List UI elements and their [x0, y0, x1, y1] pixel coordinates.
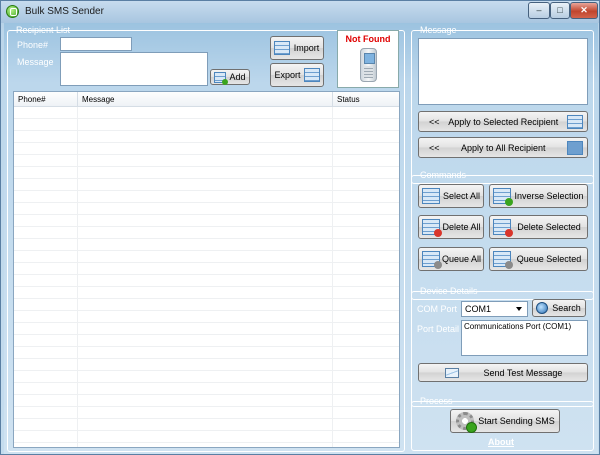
queue-all-icon: [422, 251, 442, 269]
column-header-phone[interactable]: Phone#: [14, 92, 78, 107]
select-all-button[interactable]: Select All: [418, 184, 484, 208]
port-detail-label: Port Detail: [417, 324, 460, 334]
search-icon: [536, 302, 548, 314]
import-table-icon: [274, 41, 290, 55]
close-button[interactable]: ✕: [570, 2, 598, 19]
grid-header: Phone# Message Status: [14, 92, 399, 107]
column-header-status[interactable]: Status: [333, 92, 399, 107]
recipient-grid[interactable]: Phone# Message Status: [13, 91, 400, 448]
add-badge-icon: [222, 78, 228, 85]
queue-all-badge-icon: [434, 261, 442, 269]
gear-icon: [456, 412, 477, 433]
inverse-badge-icon: [505, 198, 513, 206]
send-test-message-label: Send Test Message: [483, 367, 563, 378]
start-sending-button[interactable]: Start Sending SMS: [450, 409, 560, 433]
queue-selected-button[interactable]: Queue Selected: [489, 247, 588, 271]
device-status-panel: Not Found: [337, 30, 399, 88]
message-label: Message: [17, 57, 54, 67]
queue-all-button[interactable]: Queue All: [418, 247, 484, 271]
maximize-button[interactable]: □: [550, 2, 570, 19]
inverse-selection-button[interactable]: Inverse Selection: [489, 184, 588, 208]
apply-selected-button[interactable]: << Apply to Selected Recipient: [418, 111, 588, 132]
add-button[interactable]: Add: [210, 69, 250, 85]
export-label: Export: [274, 70, 301, 80]
com-port-select[interactable]: COM1: [461, 301, 528, 317]
apply-all-arrows: <<: [429, 142, 440, 153]
commands-legend: Commands: [420, 170, 467, 180]
com-port-value: COM1: [465, 304, 492, 314]
app-window: Bulk SMS Sender – □ ✕ Recipient List Pho…: [0, 0, 600, 455]
delete-selected-badge-icon: [505, 229, 513, 237]
window-title: Bulk SMS Sender: [25, 6, 104, 17]
apply-selected-arrows: <<: [429, 116, 440, 127]
select-all-icon: [422, 188, 440, 204]
apply-all-label: Apply to All Recipient: [460, 142, 546, 153]
import-button[interactable]: Import: [270, 36, 324, 60]
recipient-list-legend: Recipient List: [16, 25, 71, 35]
export-button[interactable]: Export: [270, 63, 324, 87]
about-link[interactable]: About: [488, 437, 514, 447]
grid-rows[interactable]: [14, 107, 399, 447]
export-table-icon: [304, 68, 320, 82]
queue-selected-icon: [493, 251, 513, 269]
apply-selected-table-icon: [567, 114, 583, 129]
search-label: Search: [552, 303, 581, 313]
delete-all-icon: [422, 219, 442, 237]
app-sms-icon: [6, 5, 19, 18]
import-label: Import: [293, 43, 320, 53]
chevron-down-icon[interactable]: [516, 307, 522, 311]
delete-selected-icon: [493, 219, 513, 237]
device-status-text: Not Found: [345, 34, 391, 44]
send-test-message-button[interactable]: Send Test Message: [418, 363, 588, 382]
add-label: Add: [229, 72, 246, 82]
delete-selected-label: Delete Selected: [517, 222, 581, 232]
start-sending-label: Start Sending SMS: [478, 416, 555, 426]
title-bar[interactable]: Bulk SMS Sender – □ ✕: [1, 1, 599, 23]
message-input[interactable]: [60, 52, 208, 86]
delete-selected-button[interactable]: Delete Selected: [489, 215, 588, 239]
search-button[interactable]: Search: [532, 299, 586, 317]
envelope-icon: [445, 367, 459, 378]
apply-all-table-icon: [567, 140, 583, 155]
inverse-selection-icon: [493, 188, 513, 206]
com-port-label: COM Port: [417, 304, 458, 314]
delete-all-button[interactable]: Delete All: [418, 215, 484, 239]
device-details-legend: Device Details: [420, 286, 478, 296]
column-header-message[interactable]: Message: [78, 92, 333, 107]
delete-all-label: Delete All: [442, 222, 481, 232]
delete-all-badge-icon: [434, 229, 442, 237]
phone-label: Phone#: [17, 40, 49, 50]
message-legend: Message: [420, 25, 457, 35]
minimize-button[interactable]: –: [528, 2, 550, 19]
inverse-selection-label: Inverse Selection: [514, 191, 584, 201]
apply-selected-label: Apply to Selected Recipient: [448, 116, 559, 127]
queue-selected-label: Queue Selected: [516, 254, 582, 264]
port-detail-field[interactable]: Communications Port (COM1): [461, 320, 588, 356]
queue-selected-badge-icon: [505, 261, 513, 269]
client-area: Recipient List Phone# Message Add Import…: [4, 23, 598, 454]
add-grid-icon: [214, 71, 228, 85]
queue-all-label: Queue All: [441, 254, 482, 264]
mobile-phone-icon: [360, 48, 377, 82]
select-all-label: Select All: [442, 191, 481, 201]
process-legend: Process: [420, 396, 453, 406]
message-text-area[interactable]: [418, 38, 588, 105]
apply-all-button[interactable]: << Apply to All Recipient: [418, 137, 588, 158]
phone-input[interactable]: [60, 37, 132, 51]
